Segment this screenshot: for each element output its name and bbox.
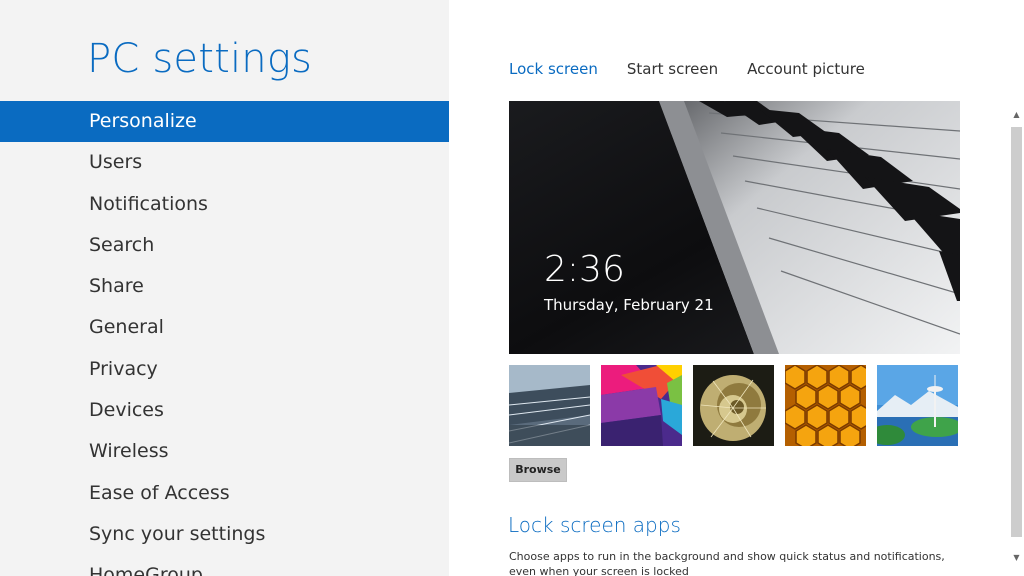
sidebar-item-general[interactable]: General xyxy=(0,307,449,348)
thumbnail-nautilus-shell[interactable] xyxy=(693,365,774,446)
thumbnail-colorful-geometric[interactable] xyxy=(601,365,682,446)
sidebar-item-users[interactable]: Users xyxy=(0,142,449,183)
sidebar-item-personalize[interactable]: Personalize xyxy=(0,101,449,143)
tab-bar: Lock screen Start screen Account picture xyxy=(509,60,865,78)
scroll-down-icon[interactable]: ▼ xyxy=(1009,550,1024,566)
lock-screen-apps-heading: Lock screen apps xyxy=(508,513,681,537)
preview-clock: 2:36 xyxy=(544,249,625,290)
browse-button[interactable]: Browse xyxy=(509,458,567,482)
lock-screen-apps-description: Choose apps to run in the background and… xyxy=(509,550,945,576)
sidebar-item-sync-settings[interactable]: Sync your settings xyxy=(0,514,449,555)
sidebar-item-share[interactable]: Share xyxy=(0,266,449,307)
tab-start-screen[interactable]: Start screen xyxy=(627,60,718,78)
tab-account-picture[interactable]: Account picture xyxy=(747,60,865,78)
sidebar-item-ease-of-access[interactable]: Ease of Access xyxy=(0,473,449,514)
sidebar-item-privacy[interactable]: Privacy xyxy=(0,349,449,390)
scroll-up-icon[interactable]: ▲ xyxy=(1009,107,1024,123)
preview-date: Thursday, February 21 xyxy=(544,296,714,314)
sidebar-item-search[interactable]: Search xyxy=(0,225,449,266)
settings-sidebar: PC settings Personalize Users Notificati… xyxy=(0,0,449,576)
sidebar-item-devices[interactable]: Devices xyxy=(0,390,449,431)
piano-keys-image xyxy=(509,101,960,354)
lock-screen-preview: 2:36 Thursday, February 21 xyxy=(509,101,960,354)
scrollbar-thumb[interactable] xyxy=(1011,127,1022,537)
category-list: Personalize Users Notifications Search S… xyxy=(0,101,449,576)
sidebar-item-wireless[interactable]: Wireless xyxy=(0,431,449,472)
page-title: PC settings xyxy=(87,36,313,82)
content-pane: Lock screen Start screen Account picture xyxy=(449,0,1024,576)
thumbnail-space-needle[interactable] xyxy=(877,365,958,446)
sidebar-item-homegroup[interactable]: HomeGroup xyxy=(0,555,449,576)
thumbnail-tunnel-lights[interactable] xyxy=(509,365,590,446)
content-scrollbar[interactable]: ▲ ▼ xyxy=(1009,101,1024,576)
sidebar-item-notifications[interactable]: Notifications xyxy=(0,184,449,225)
thumbnail-honeycomb[interactable] xyxy=(785,365,866,446)
tab-lock-screen[interactable]: Lock screen xyxy=(509,60,598,78)
lock-screen-thumbnails xyxy=(509,365,958,446)
